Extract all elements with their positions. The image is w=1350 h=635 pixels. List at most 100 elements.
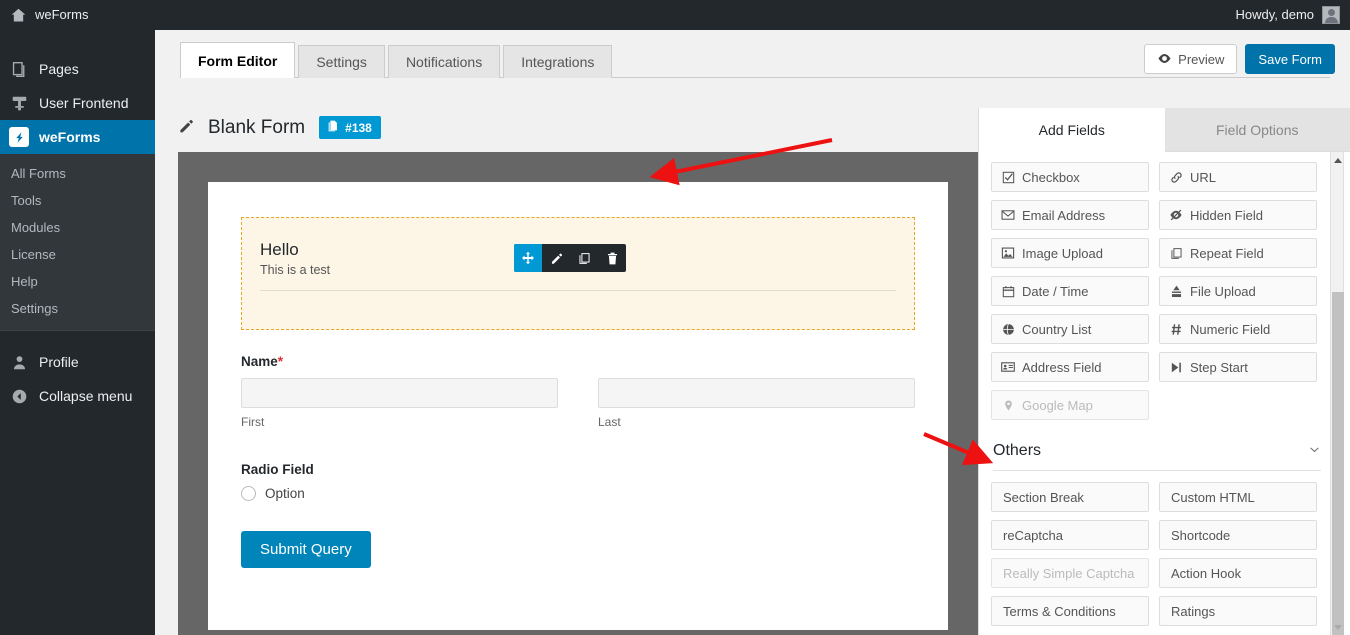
- radio-option-row[interactable]: Option: [241, 486, 915, 501]
- globe-icon: [1001, 323, 1015, 336]
- form-id-badge[interactable]: #138: [319, 116, 381, 139]
- move-icon[interactable]: [514, 244, 542, 272]
- envelope-icon: [1001, 208, 1015, 222]
- name-field-label: Name*: [241, 354, 915, 369]
- scroll-up-arrow[interactable]: [1331, 152, 1345, 168]
- main-content: Form Editor Settings Notifications Integ…: [155, 30, 1350, 635]
- field-button-recaptcha[interactable]: reCaptcha: [991, 520, 1149, 550]
- form-field-section-break[interactable]: Hello This is a test: [241, 217, 915, 330]
- last-name-input[interactable]: [598, 378, 915, 408]
- field-button-label: Ratings: [1171, 603, 1216, 619]
- sidebar-item-profile[interactable]: Profile: [0, 345, 155, 379]
- field-button-ratings[interactable]: Ratings: [1159, 596, 1317, 626]
- sidebar-item-help[interactable]: Help: [0, 268, 155, 295]
- field-button-label: Checkbox: [1022, 169, 1080, 185]
- field-button-step-start[interactable]: Step Start: [1159, 352, 1317, 382]
- fields-panel: Add Fields Field Options Checkbox URL Em…: [978, 108, 1350, 635]
- field-button-label: Section Break: [1003, 489, 1084, 505]
- sidebar-item-label: Profile: [39, 354, 79, 370]
- pencil-icon[interactable]: [178, 118, 194, 137]
- field-button-label: Address Field: [1022, 359, 1102, 375]
- home-icon[interactable]: [8, 5, 28, 25]
- tab-settings[interactable]: Settings: [298, 45, 385, 78]
- field-button-url[interactable]: URL: [1159, 162, 1317, 192]
- submit-button-label: Submit Query: [260, 541, 352, 558]
- radio-button[interactable]: [241, 486, 256, 501]
- form-field-name[interactable]: Name* First Last: [241, 354, 915, 429]
- field-button-email-address[interactable]: Email Address: [991, 200, 1149, 230]
- page-title: Blank Form: [208, 116, 306, 138]
- trash-icon[interactable]: [598, 244, 626, 272]
- radio-option-label: Option: [265, 486, 305, 501]
- sidebar-item-weforms[interactable]: weForms: [0, 120, 163, 154]
- field-button-action-hook[interactable]: Action Hook: [1159, 558, 1317, 588]
- sidebar-item-label: Pages: [39, 61, 79, 77]
- section-break-spacer: [260, 291, 896, 309]
- scroll-down-arrow[interactable]: [1331, 619, 1345, 635]
- tab-field-options[interactable]: Field Options: [1164, 108, 1350, 152]
- tab-notifications[interactable]: Notifications: [387, 45, 501, 78]
- profile-icon: [9, 352, 29, 372]
- eye-slash-icon: [1169, 208, 1183, 222]
- sidebar-item-collapse-menu[interactable]: Collapse menu: [0, 379, 155, 413]
- field-button-custom-html[interactable]: Custom HTML: [1159, 482, 1317, 512]
- form-field-radio[interactable]: Radio Field Option: [241, 462, 915, 501]
- field-button-label: Email Address: [1022, 207, 1106, 223]
- field-button-label: File Upload: [1190, 283, 1256, 299]
- tab-form-editor[interactable]: Form Editor: [180, 42, 296, 78]
- sidebar-item-tools[interactable]: Tools: [0, 187, 155, 214]
- field-button-section-break[interactable]: Section Break: [991, 482, 1149, 512]
- hash-icon: [1169, 323, 1183, 336]
- copy-icon: [1169, 247, 1183, 260]
- field-button-really-simple-captcha: Really Simple Captcha: [991, 558, 1149, 588]
- field-button-address-field[interactable]: Address Field: [991, 352, 1149, 382]
- first-name-input[interactable]: [241, 378, 558, 408]
- preview-button-label: Preview: [1178, 51, 1225, 67]
- admin-sidebar: Pages User Frontend weForms All Forms To…: [0, 30, 163, 635]
- field-button-repeat-field[interactable]: Repeat Field: [1159, 238, 1317, 268]
- sidebar-item-label: User Frontend: [39, 95, 129, 111]
- eye-icon: [1157, 51, 1172, 68]
- field-action-toolbar: [514, 244, 626, 272]
- save-form-button[interactable]: Save Form: [1245, 44, 1335, 74]
- copy-icon[interactable]: [570, 244, 598, 272]
- field-buttons-grid: Checkbox URL Email Address Hidden Field …: [991, 162, 1323, 420]
- avatar[interactable]: [1322, 6, 1340, 24]
- field-button-label: Repeat Field: [1190, 245, 1264, 261]
- field-button-hidden-field[interactable]: Hidden Field: [1159, 200, 1317, 230]
- name-first-column: First: [241, 378, 558, 429]
- field-button-image-upload[interactable]: Image Upload: [991, 238, 1149, 268]
- radio-field-label: Radio Field: [241, 462, 314, 477]
- field-button-date-time[interactable]: Date / Time: [991, 276, 1149, 306]
- field-button-numeric-field[interactable]: Numeric Field: [1159, 314, 1317, 344]
- field-button-label: Image Upload: [1022, 245, 1103, 261]
- field-button-country-list[interactable]: Country List: [991, 314, 1149, 344]
- tab-integrations[interactable]: Integrations: [503, 45, 613, 78]
- sidebar-item-user-frontend[interactable]: User Frontend: [0, 86, 155, 120]
- collapse-icon: [9, 386, 29, 406]
- others-section-header[interactable]: Others: [993, 442, 1321, 460]
- sidebar-item-settings[interactable]: Settings: [0, 295, 155, 322]
- field-button-label: Google Map: [1022, 397, 1093, 413]
- field-button-checkbox[interactable]: Checkbox: [991, 162, 1149, 192]
- field-button-file-upload[interactable]: File Upload: [1159, 276, 1317, 306]
- chevron-down-icon[interactable]: [1308, 443, 1321, 459]
- field-button-terms-conditions[interactable]: Terms & Conditions: [991, 596, 1149, 626]
- howdy-greeting[interactable]: Howdy, demo: [1235, 0, 1314, 30]
- sidebar-item-pages[interactable]: Pages: [0, 52, 155, 86]
- required-mark: *: [277, 354, 284, 369]
- pencil-icon[interactable]: [542, 244, 570, 272]
- submit-button[interactable]: Submit Query: [241, 531, 371, 568]
- preview-button[interactable]: Preview: [1144, 44, 1238, 74]
- copy-icon: [328, 120, 340, 135]
- field-button-shortcode[interactable]: Shortcode: [1159, 520, 1317, 550]
- admin-bar-site-name[interactable]: weForms: [35, 0, 88, 30]
- field-button-label: Numeric Field: [1190, 321, 1271, 337]
- panel-scrollbar[interactable]: [1330, 152, 1344, 635]
- sidebar-item-all-forms[interactable]: All Forms: [0, 160, 155, 187]
- scrollbar-thumb[interactable]: [1332, 292, 1344, 635]
- tab-add-fields[interactable]: Add Fields: [979, 108, 1165, 152]
- sidebar-item-license[interactable]: License: [0, 241, 155, 268]
- weforms-form-builder-screen: weForms Howdy, demo Pages User Frontend …: [0, 0, 1350, 635]
- sidebar-item-modules[interactable]: Modules: [0, 214, 155, 241]
